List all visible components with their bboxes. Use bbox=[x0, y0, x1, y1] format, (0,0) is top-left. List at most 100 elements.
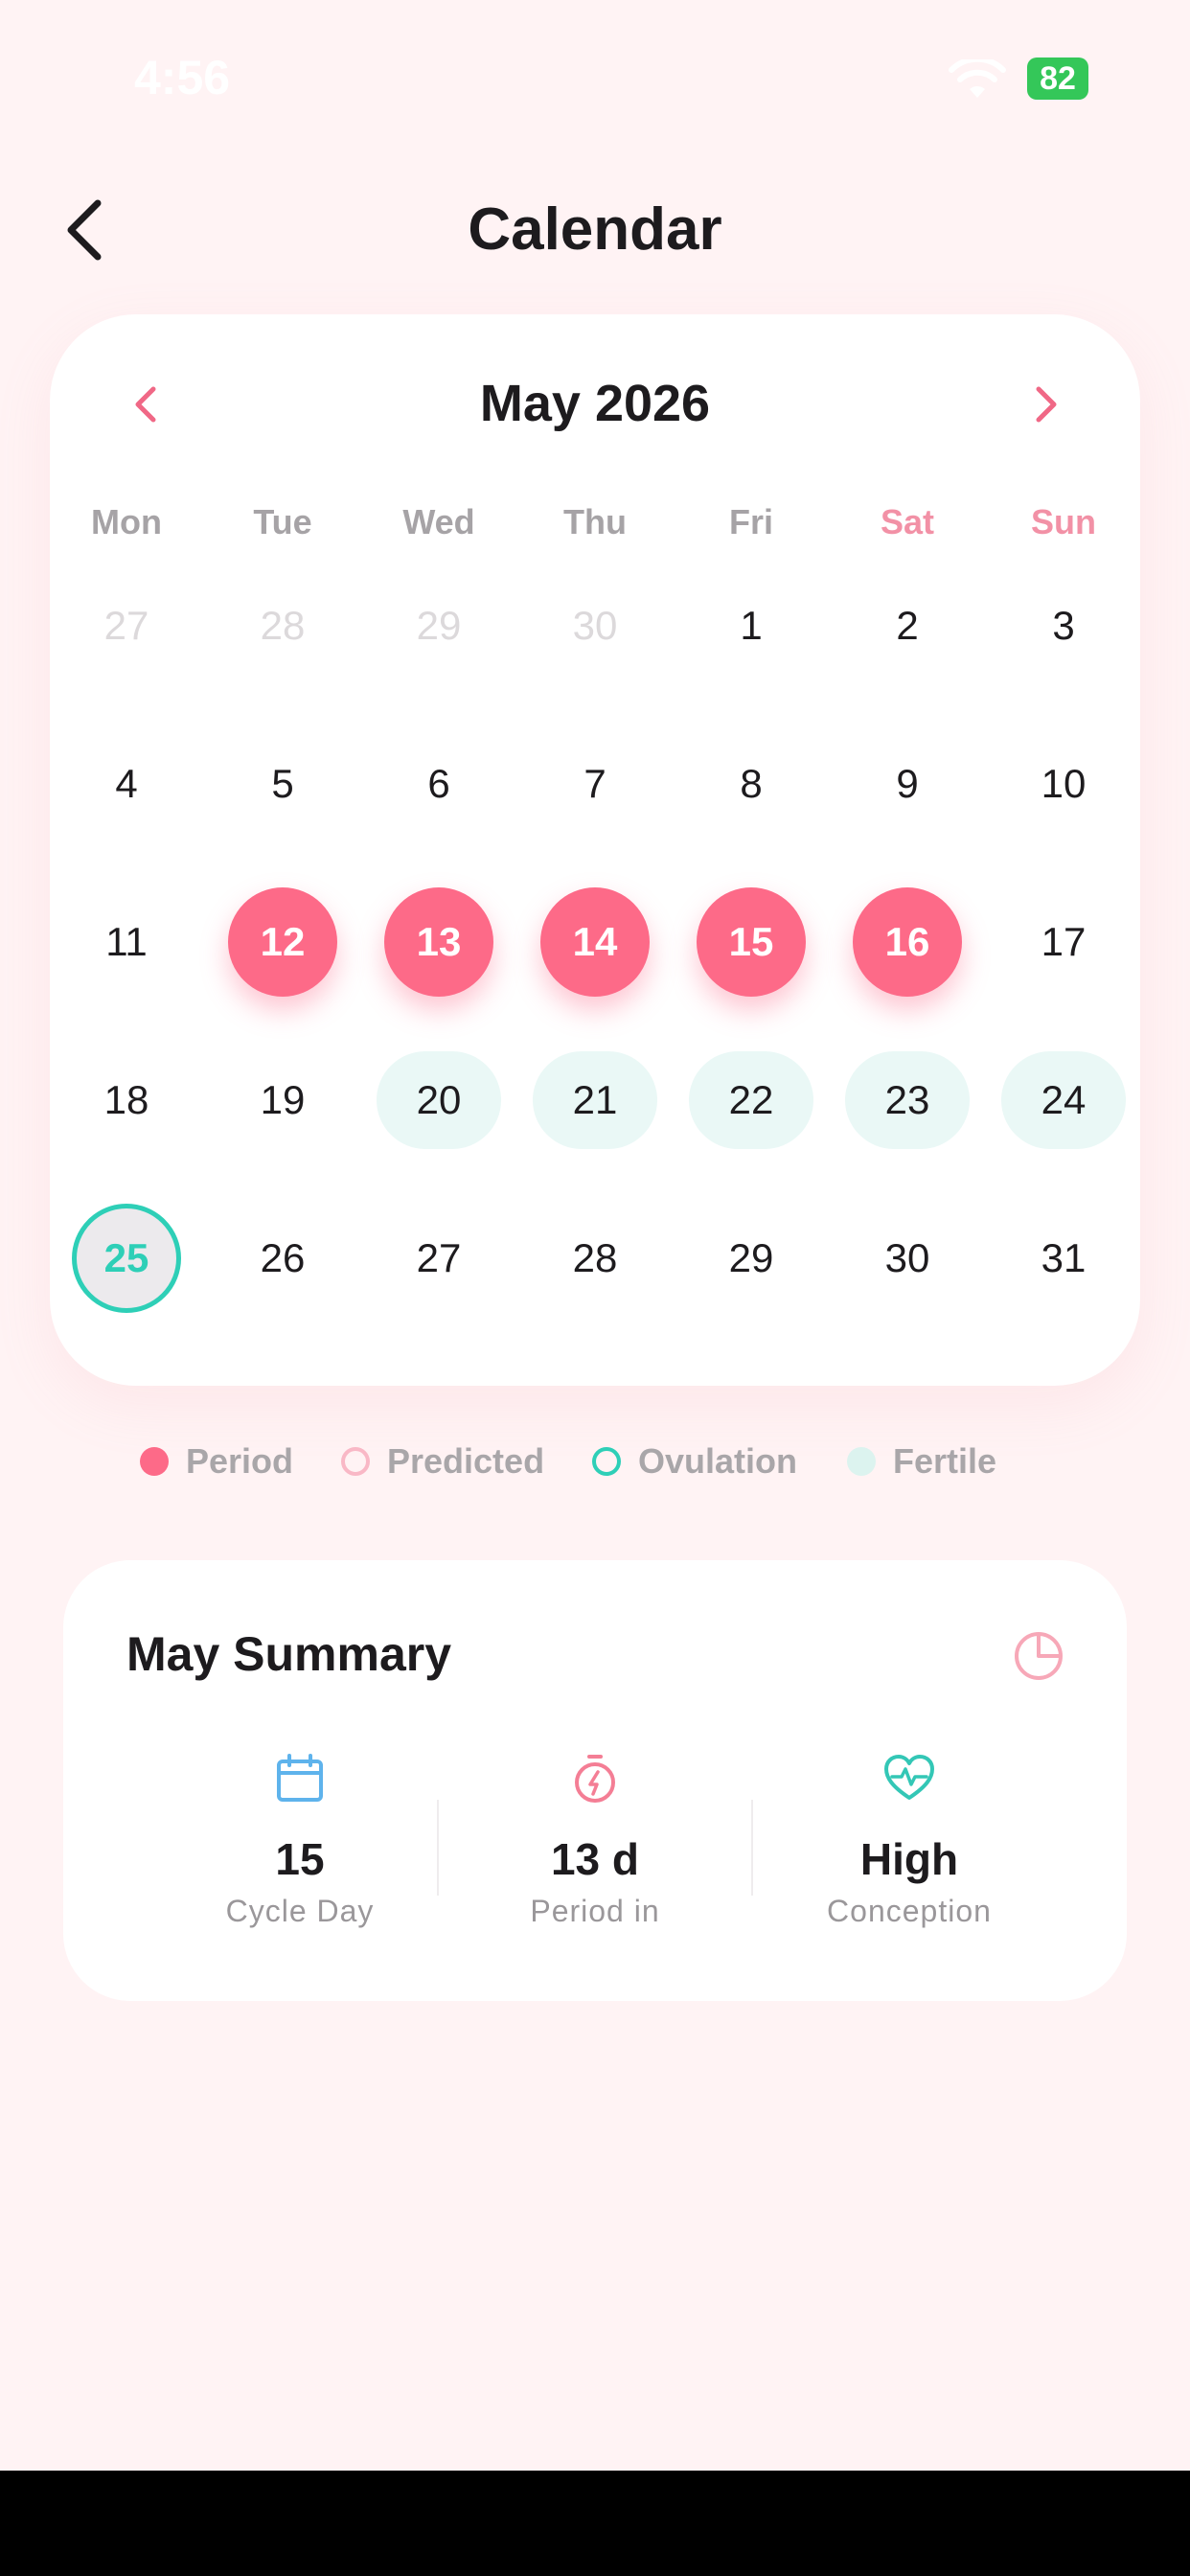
stat-label: Cycle Day bbox=[225, 1894, 375, 1928]
calendar-day[interactable]: 7 bbox=[533, 722, 657, 846]
day-number: 29 bbox=[416, 603, 462, 648]
day-number: 21 bbox=[572, 1077, 618, 1122]
calendar-card: May 2026 Mon Tue Wed Thu Fri Sat Sun 27 28 29 30 1 2… bbox=[50, 314, 1140, 1386]
day-number: 30 bbox=[884, 1235, 930, 1280]
stat-label: Period in bbox=[530, 1894, 660, 1928]
calendar-icon bbox=[277, 1754, 323, 1802]
day-number: 8 bbox=[740, 761, 763, 806]
day-number: 6 bbox=[427, 761, 450, 806]
pie-chart-icon[interactable] bbox=[1010, 1627, 1067, 1685]
weekday-label: Thu bbox=[563, 502, 627, 541]
day-number: 2 bbox=[896, 603, 919, 648]
calendar-day[interactable]: 30 bbox=[845, 1196, 970, 1321]
day-number: 7 bbox=[584, 761, 606, 806]
day-number: 13 bbox=[416, 919, 462, 964]
calendar-day[interactable]: 10 bbox=[1001, 722, 1126, 846]
chevron-right-icon bbox=[1036, 386, 1057, 423]
calendar-day[interactable]: 25 bbox=[64, 1196, 189, 1321]
day-number: 15 bbox=[728, 919, 774, 964]
ovulation-ring-icon bbox=[592, 1447, 621, 1476]
stat-conception: High Conception bbox=[751, 1752, 1067, 1930]
day-number: 4 bbox=[115, 761, 138, 806]
day-number: 3 bbox=[1052, 603, 1075, 648]
calendar-day[interactable]: 1 bbox=[689, 564, 813, 688]
legend-label: Ovulation bbox=[638, 1441, 798, 1481]
calendar-day[interactable]: 29 bbox=[377, 564, 501, 688]
calendar-day[interactable]: 17 bbox=[1001, 880, 1126, 1004]
day-number: 17 bbox=[1041, 919, 1087, 964]
timer-icon bbox=[575, 1755, 615, 1803]
stat-cycle-day: 15 Cycle Day bbox=[142, 1752, 458, 1930]
predicted-ring-icon bbox=[341, 1447, 370, 1476]
stat-period-in: 13 d Period in bbox=[437, 1752, 753, 1930]
day-number: 20 bbox=[416, 1077, 462, 1122]
heart-pulse-icon bbox=[884, 1755, 934, 1800]
stat-value: 15 bbox=[275, 1834, 325, 1884]
day-number: 28 bbox=[260, 603, 306, 648]
day-number: 19 bbox=[260, 1077, 306, 1122]
calendar-day[interactable]: 19 bbox=[220, 1038, 345, 1162]
calendar-day[interactable]: 16 bbox=[845, 880, 970, 1004]
calendar-day[interactable]: 23 bbox=[845, 1038, 970, 1162]
calendar-day[interactable]: 28 bbox=[533, 1196, 657, 1321]
day-number: 1 bbox=[740, 603, 763, 648]
legend-label: Period bbox=[186, 1441, 294, 1481]
calendar-day[interactable]: 21 bbox=[533, 1038, 657, 1162]
day-number: 27 bbox=[103, 603, 149, 648]
day-number: 14 bbox=[572, 919, 618, 964]
day-number: 11 bbox=[105, 919, 148, 964]
day-number: 9 bbox=[896, 761, 919, 806]
day-number: 22 bbox=[728, 1077, 774, 1122]
calendar-day[interactable]: 22 bbox=[689, 1038, 813, 1162]
day-number: 25 bbox=[103, 1235, 149, 1280]
calendar-day[interactable]: 6 bbox=[377, 722, 501, 846]
bottom-bar bbox=[0, 2471, 1190, 2576]
calendar-day[interactable]: 26 bbox=[220, 1196, 345, 1321]
calendar-day[interactable]: 2 bbox=[845, 564, 970, 688]
calendar-day[interactable]: 29 bbox=[689, 1196, 813, 1321]
calendar-day[interactable]: 14 bbox=[533, 880, 657, 1004]
calendar-day[interactable]: 12 bbox=[220, 880, 345, 1004]
day-number: 18 bbox=[103, 1077, 149, 1122]
calendar-day[interactable]: 4 bbox=[64, 722, 189, 846]
day-number: 5 bbox=[271, 761, 294, 806]
calendar-day[interactable]: 20 bbox=[377, 1038, 501, 1162]
day-number: 30 bbox=[572, 603, 618, 648]
calendar-day[interactable]: 27 bbox=[377, 1196, 501, 1321]
stat-value: 13 d bbox=[550, 1834, 640, 1884]
period-dot-icon bbox=[140, 1447, 169, 1476]
calendar-day[interactable]: 27 bbox=[64, 564, 189, 688]
battery-indicator: 82 bbox=[1027, 58, 1088, 100]
weekday-label: Wed bbox=[402, 502, 475, 541]
calendar-day[interactable]: 18 bbox=[64, 1038, 189, 1162]
calendar-day[interactable]: 31 bbox=[1001, 1196, 1126, 1321]
month-title: May 2026 bbox=[479, 375, 711, 432]
day-number: 31 bbox=[1041, 1235, 1087, 1280]
status-bar: 4:56 82 bbox=[0, 0, 1190, 144]
calendar-day[interactable]: 24 bbox=[1001, 1038, 1126, 1162]
day-number: 23 bbox=[884, 1077, 930, 1122]
day-number: 29 bbox=[728, 1235, 774, 1280]
next-month-button[interactable] bbox=[1018, 376, 1075, 433]
weekday-label: Sat bbox=[880, 502, 935, 541]
stat-value: High bbox=[859, 1834, 959, 1884]
day-number: 27 bbox=[416, 1235, 462, 1280]
calendar-day[interactable]: 3 bbox=[1001, 564, 1126, 688]
calendar-day[interactable]: 13 bbox=[377, 880, 501, 1004]
page-title: Calendar bbox=[468, 196, 722, 263]
calendar-day[interactable]: 9 bbox=[845, 722, 970, 846]
calendar-day[interactable]: 11 bbox=[64, 880, 189, 1004]
wifi-icon bbox=[949, 59, 1006, 98]
weekday-label: Mon bbox=[91, 502, 162, 541]
weekday-label: Sun bbox=[1031, 502, 1096, 541]
day-number: 10 bbox=[1041, 761, 1087, 806]
calendar-day[interactable]: 8 bbox=[689, 722, 813, 846]
fertile-dot-icon bbox=[847, 1447, 876, 1476]
calendar-day[interactable]: 28 bbox=[220, 564, 345, 688]
weekday-label: Tue bbox=[253, 502, 312, 541]
day-number: 12 bbox=[260, 919, 306, 964]
summary-title: May Summary bbox=[126, 1627, 452, 1681]
calendar-day[interactable]: 30 bbox=[533, 564, 657, 688]
calendar-day[interactable]: 15 bbox=[689, 880, 813, 1004]
calendar-day[interactable]: 5 bbox=[220, 722, 345, 846]
